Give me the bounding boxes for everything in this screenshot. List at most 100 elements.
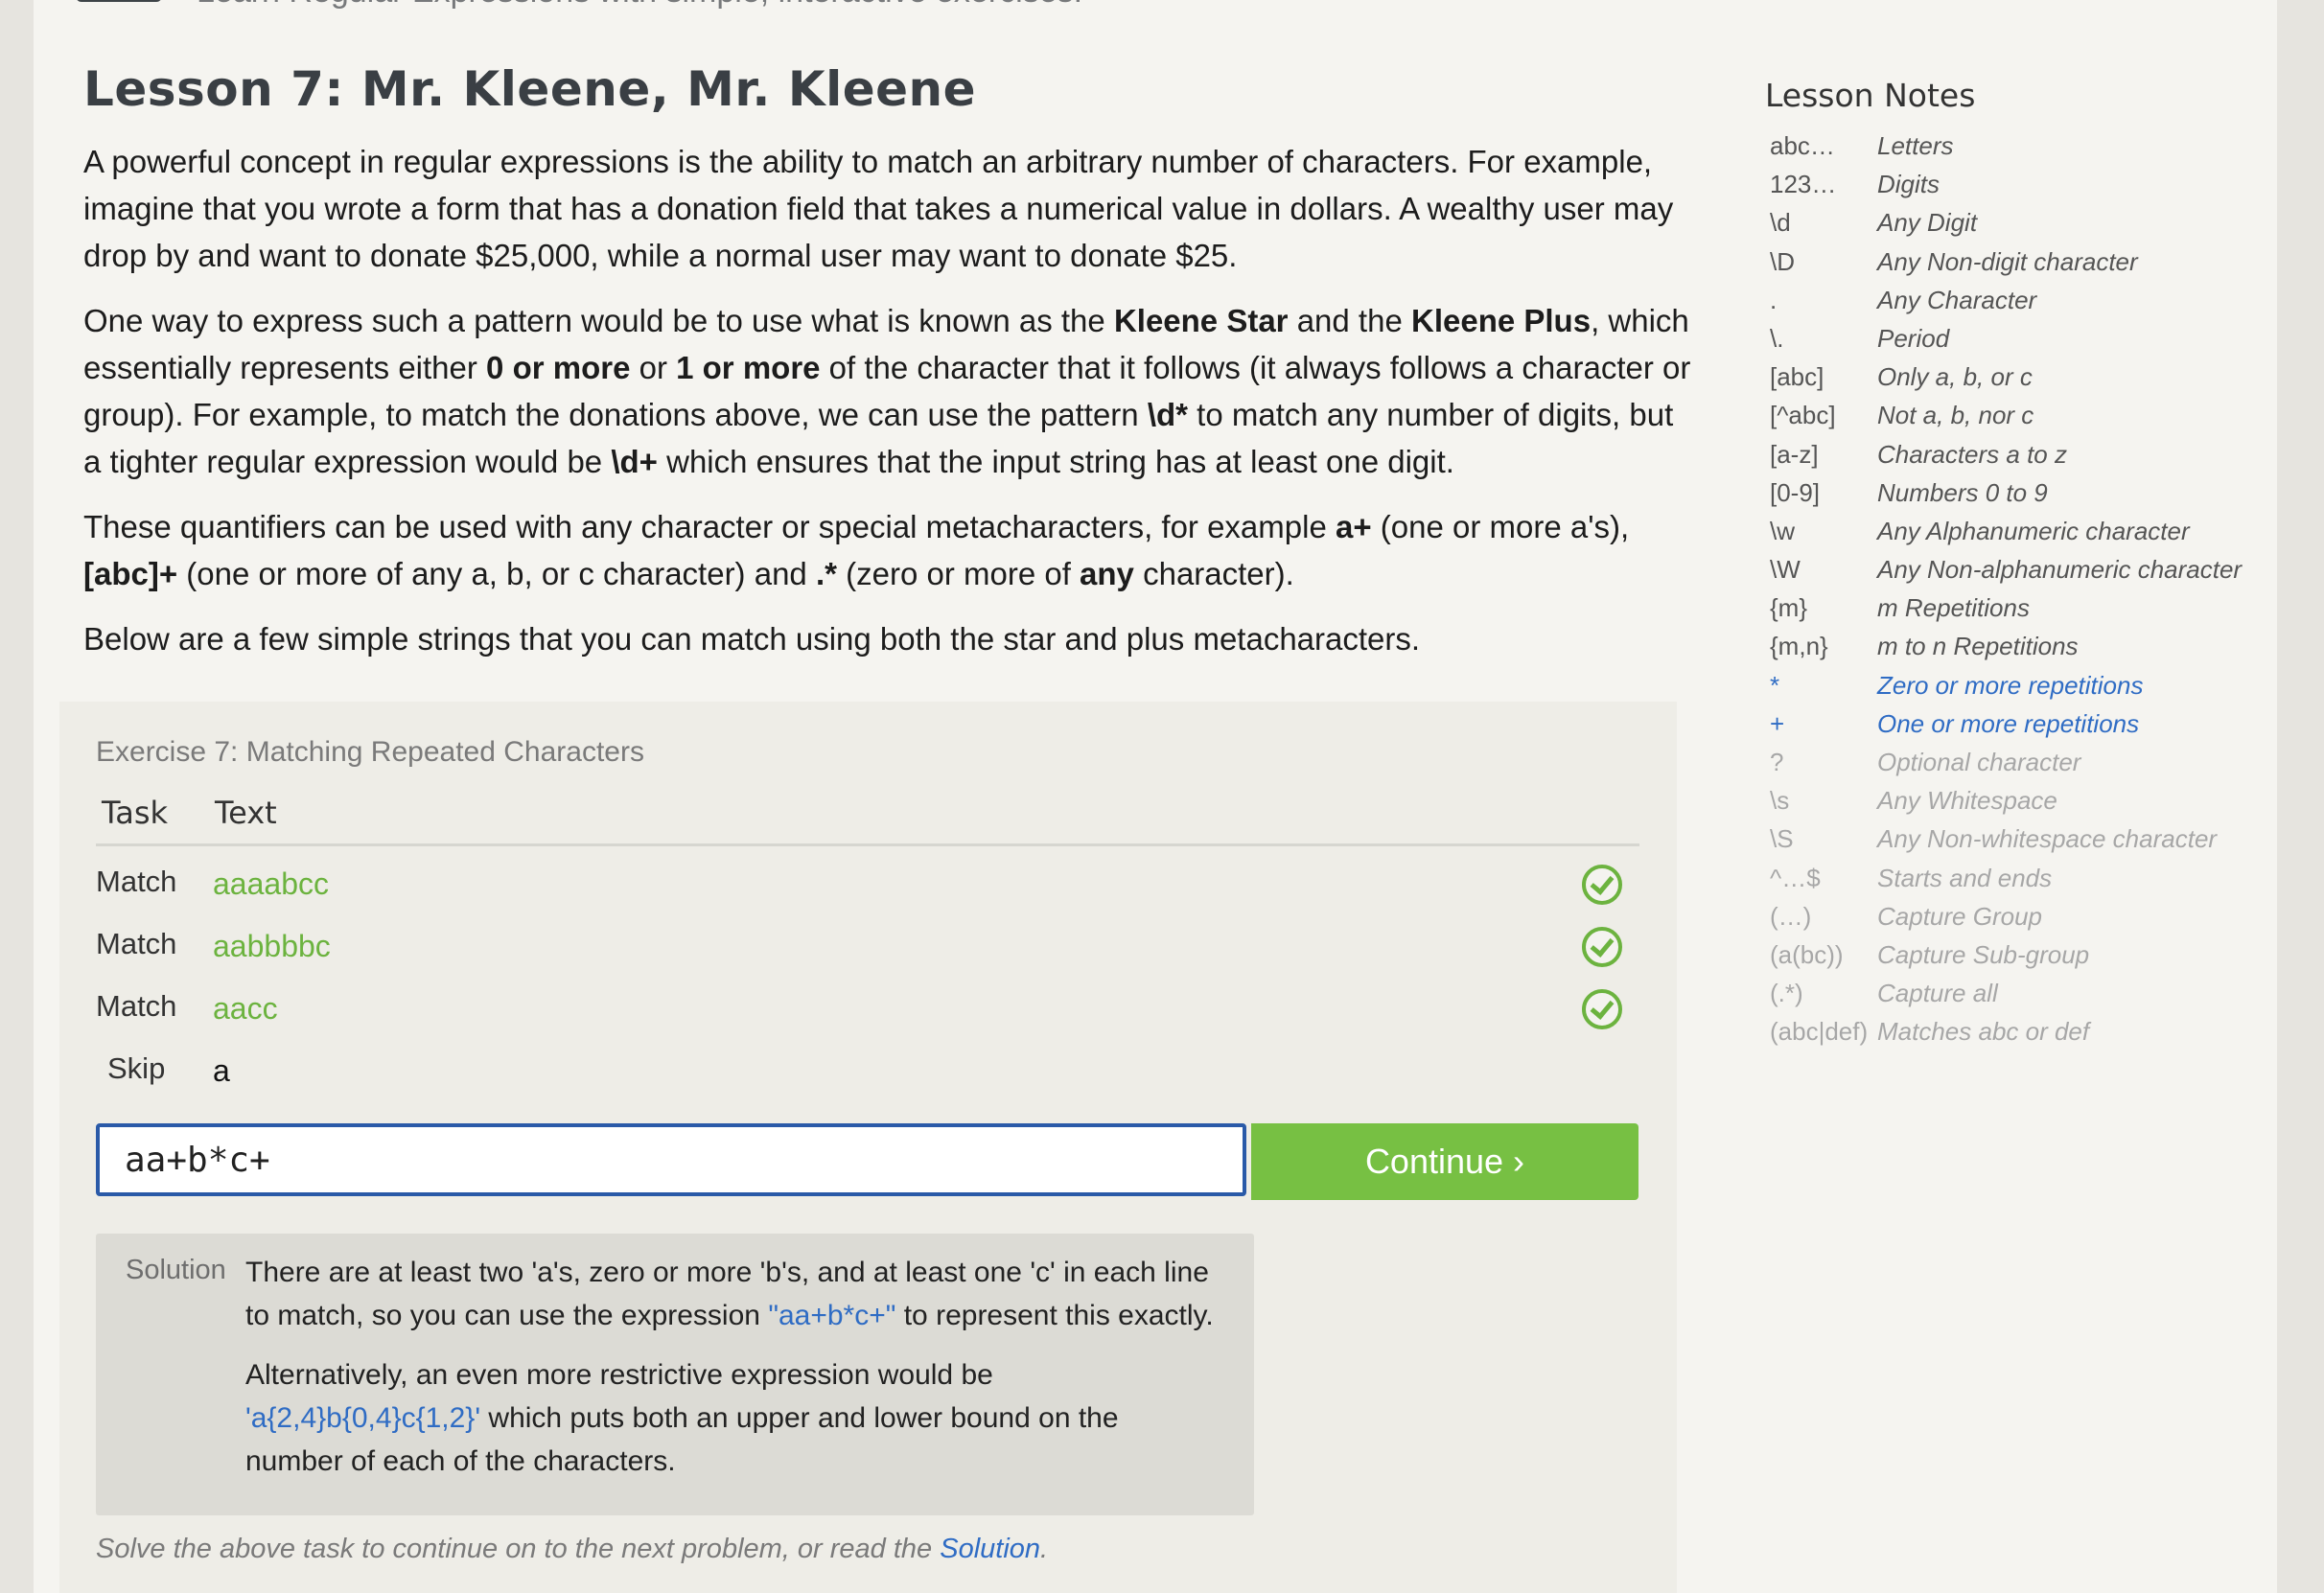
check-circle-icon xyxy=(1582,927,1622,967)
lesson-note-item[interactable]: [abc] Only a, b, or c xyxy=(1759,360,2277,399)
task-type: Match xyxy=(96,927,177,960)
solution-paragraph-1: There are at least two 'a's, zero or mor… xyxy=(245,1257,1214,1331)
lesson-notes-list: abc… Letters 123… Digits \d Any Digit \D Any No… xyxy=(1759,129,2277,1054)
lesson-note-description: Only a, b, or c xyxy=(1877,362,2033,392)
solution-text: There are at least two 'a's, zero or mor… xyxy=(245,1251,1223,1499)
solution-hint: Solve the above task to continue on to t… xyxy=(96,1534,1049,1564)
solution-label: Solution xyxy=(126,1255,226,1285)
lesson-note-symbol: [a-z] xyxy=(1770,439,1819,469)
column-header-text: Text xyxy=(215,795,277,831)
lesson-note-description: Starts and ends xyxy=(1877,863,2053,892)
task-row: Match aaaabcc xyxy=(96,865,1639,922)
lesson-note-description: Not a, b, nor c xyxy=(1877,401,2034,430)
solution-expression: "aa+b*c+" xyxy=(768,1300,896,1331)
lesson-note-symbol: \d xyxy=(1770,208,1791,238)
regex-input[interactable] xyxy=(96,1123,1246,1196)
lesson-note-symbol: 123… xyxy=(1770,170,1837,199)
lesson-note-symbol: \s xyxy=(1770,786,1790,816)
lesson-note-description: Any Non-digit character xyxy=(1877,246,2138,276)
lesson-note-item[interactable]: (abc|def) Matches abc or def xyxy=(1759,1015,2277,1053)
lesson-note-item[interactable]: \d Any Digit xyxy=(1759,206,2277,244)
lesson-note-description: Characters a to z xyxy=(1877,439,2067,469)
lesson-note-description: Capture Group xyxy=(1877,901,2042,931)
task-row: Match aabbbbc xyxy=(96,927,1639,984)
exercise-panel: Exercise 7: Matching Repeated Characters… xyxy=(59,702,1677,1593)
site-tagline: Learn Regular Expressions with simple, i… xyxy=(197,0,1082,11)
lesson-note-description: Capture Sub-group xyxy=(1877,939,2090,969)
lesson-note-symbol: (abc|def) xyxy=(1770,1017,1869,1047)
lesson-note-description: Optional character xyxy=(1877,748,2081,776)
lesson-note-description: Zero or more repetitions xyxy=(1877,670,2144,700)
lesson-note-description: Digits xyxy=(1877,170,1941,199)
lesson-note-item[interactable]: \S Any Non-whitespace character xyxy=(1759,822,2277,861)
lesson-paragraph-2: One way to express such a pattern would … xyxy=(83,303,1691,479)
lesson-note-item[interactable]: \w Any Alphanumeric character xyxy=(1759,515,2277,553)
lesson-note-item[interactable]: {m,n} m to n Repetitions xyxy=(1759,630,2277,668)
solution-paragraph-2: Alternatively, an even more restrictive … xyxy=(245,1359,1119,1477)
check-circle-icon xyxy=(1582,865,1622,905)
task-type: Match xyxy=(96,865,177,898)
lesson-notes: Lesson Notes abc… Letters 123… Digits \d Any … xyxy=(1759,77,2277,1054)
lesson-note-symbol: ^…$ xyxy=(1770,863,1821,892)
lesson-paragraph-1: A powerful concept in regular expression… xyxy=(83,144,1674,273)
task-text: aabbbbc xyxy=(213,929,331,963)
lesson-note-symbol: \D xyxy=(1770,246,1795,276)
lesson-note-symbol: \. xyxy=(1770,323,1784,353)
lesson-note-item[interactable]: \W Any Non-alphanumeric character xyxy=(1759,553,2277,591)
lesson-note-description: Any Non-whitespace character xyxy=(1877,824,2218,854)
lesson-note-symbol: (.*) xyxy=(1770,979,1803,1008)
lesson-note-item[interactable]: [^abc] Not a, b, nor c xyxy=(1759,399,2277,437)
lesson-note-item[interactable]: * Zero or more repetitions xyxy=(1759,669,2277,707)
column-header-task: Task xyxy=(102,795,169,831)
lesson-note-symbol: \W xyxy=(1770,555,1801,585)
lesson-note-item[interactable]: \. Period xyxy=(1759,322,2277,360)
solution-alt-expression: 'a{2,4}b{0,4}c{1,2}' xyxy=(245,1402,481,1434)
lesson-note-item[interactable]: \D Any Non-digit character xyxy=(1759,245,2277,284)
lesson-note-item[interactable]: (.*) Capture all xyxy=(1759,977,2277,1015)
lesson-note-item[interactable]: {m} m Repetitions xyxy=(1759,591,2277,630)
check-circle-icon xyxy=(1582,989,1622,1029)
lesson-note-description: Letters xyxy=(1877,131,1954,160)
lesson-note-symbol: (…) xyxy=(1770,901,1812,931)
lesson-note-description: m Repetitions xyxy=(1877,593,2030,623)
task-text: aacc xyxy=(213,991,278,1026)
lesson-note-symbol: \w xyxy=(1770,516,1795,545)
lesson-content: Lesson 7: Mr. Kleene, Mr. Kleene A power… xyxy=(83,61,1694,681)
lesson-paragraph-4: Below are a few simple strings that you … xyxy=(83,621,1421,657)
lesson-note-symbol: [^abc] xyxy=(1770,401,1836,430)
lesson-title: Lesson 7: Mr. Kleene, Mr. Kleene xyxy=(83,61,977,117)
lesson-paragraph-3: These quantifiers can be used with any c… xyxy=(83,509,1630,591)
lesson-note-symbol: {m,n} xyxy=(1770,632,1828,661)
lesson-note-description: Capture all xyxy=(1877,979,1998,1008)
lesson-note-item[interactable]: + One or more repetitions xyxy=(1759,707,2277,746)
lesson-note-item[interactable]: ^…$ Starts and ends xyxy=(1759,862,2277,900)
lesson-note-symbol: . xyxy=(1770,285,1778,314)
continue-button[interactable]: Continue › xyxy=(1251,1123,1638,1200)
lesson-note-item[interactable]: (a(bc)) Capture Sub-group xyxy=(1759,938,2277,977)
lesson-note-item[interactable]: (…) Capture Group xyxy=(1759,900,2277,938)
lesson-note-symbol: [0-9] xyxy=(1770,477,1821,507)
lesson-note-symbol: [abc] xyxy=(1770,362,1824,392)
exercise-title: Exercise 7: Matching Repeated Characters xyxy=(96,736,644,768)
solution-box: Solution There are at least two 'a's, ze… xyxy=(96,1234,1254,1515)
task-row: Match aacc xyxy=(96,989,1639,1047)
lesson-note-item[interactable]: 123… Digits xyxy=(1759,168,2277,206)
solution-link[interactable]: Solution xyxy=(940,1534,1040,1564)
site-logo[interactable] xyxy=(76,0,162,2)
task-row: Skip a xyxy=(96,1051,1639,1109)
lesson-note-item[interactable]: . Any Character xyxy=(1759,284,2277,322)
task-text: a xyxy=(213,1053,230,1088)
site-header: Learn Regular Expressions with simple, i… xyxy=(34,0,2277,17)
lesson-note-item[interactable]: \s Any Whitespace xyxy=(1759,784,2277,822)
lesson-note-symbol: (a(bc)) xyxy=(1770,939,1844,969)
lesson-note-description: Any Whitespace xyxy=(1877,786,2057,816)
lesson-note-item[interactable]: [0-9] Numbers 0 to 9 xyxy=(1759,476,2277,515)
lesson-note-symbol: + xyxy=(1770,708,1785,738)
lesson-note-item[interactable]: [a-z] Characters a to z xyxy=(1759,438,2277,476)
lesson-note-item[interactable]: abc… Letters xyxy=(1759,129,2277,168)
lesson-note-description: Period xyxy=(1877,323,1950,353)
lesson-note-description: Any Digit xyxy=(1877,208,1978,238)
lesson-note-description: Any Non-alphanumeric character xyxy=(1877,555,2243,585)
lesson-note-description: Any Character xyxy=(1877,285,2037,314)
lesson-note-item[interactable]: ? Optional character xyxy=(1759,746,2277,784)
